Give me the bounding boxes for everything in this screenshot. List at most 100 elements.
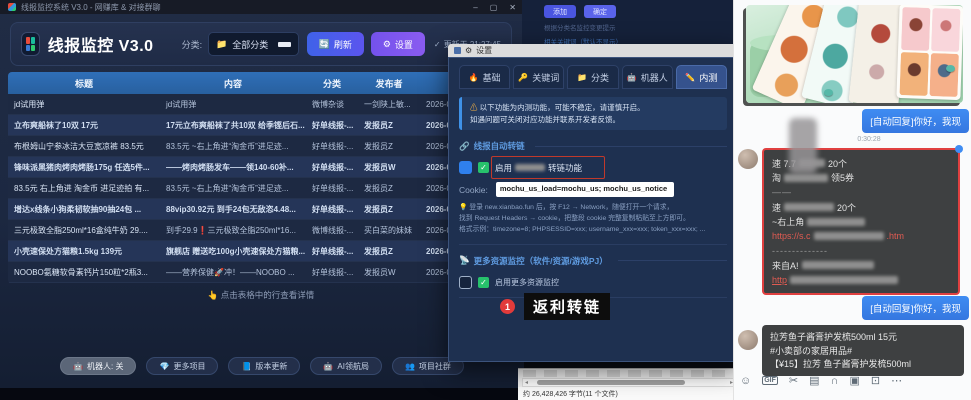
tab-basic[interactable]: 🔥基础 (459, 65, 510, 89)
maximize-button[interactable]: ▢ (490, 3, 498, 12)
table-row[interactable]: 小壳速保处方猫粮1.5kg 139元旗舰店 赠送吃100g小壳速保处方猫粮...… (8, 241, 514, 262)
table-cell: 83.5元 右上角进 淘金币 进足迹拍 有... (8, 178, 160, 198)
red-annotation-box (491, 156, 605, 179)
scrollbar-thumb[interactable] (537, 380, 685, 385)
table-cell: 立布爽船袜了10双 17元 (8, 115, 160, 135)
refresh-icon: 🔄 (319, 39, 330, 50)
minimize-button[interactable]: – (473, 3, 477, 12)
table-row[interactable]: 增达x线条小狗柔韧软抽90抽24包 ...88vip30.92元 到手24包无敌… (8, 199, 514, 220)
robot-toggle-label: 机器人: 关 (87, 361, 123, 372)
avatar[interactable] (738, 330, 758, 350)
deals-table: 标题内容分类发布者时间 jd试用弹jd试用弹微博杂谈一剑陕上敏...2026-0… (8, 72, 514, 284)
table-row[interactable]: 布根姆山宁参冰洁大豆宽凉裤 83.5元83.5元 ~右上角进“淘金币”进足迹..… (8, 136, 514, 157)
deal-line: ~右上角 (772, 214, 950, 229)
table-row[interactable]: 三元极致全脂250ml*16盒纯牛奶 29....到手29.9❗三元极致全脂25… (8, 220, 514, 241)
annotation-label: 1 返利转链 (500, 293, 610, 320)
more-projects-label: 更多项目 (173, 361, 205, 372)
table-row[interactable]: NOOBO氨糖软骨素钙片150粒*2瓶3...——营养保健🚀冲！——NOOBO … (8, 262, 514, 283)
cookie-row: Cookie: mochu_us_load=mochu_us; mochu_us… (459, 182, 727, 197)
main-titlebar: 线报监控系统 V3.0 - 网赚库 & 对接群聊 – ▢ ✕ (0, 0, 524, 14)
ai-bureau-button[interactable]: 🤖AI领航局 (310, 357, 382, 375)
voice-icon[interactable]: ∩ (831, 375, 839, 387)
capture-window-icon[interactable]: ⊡ (871, 374, 880, 387)
link-icon: 🔗 (459, 141, 470, 152)
product-image[interactable] (746, 5, 963, 103)
folder-icon: 📁 (216, 39, 227, 50)
tab-keywords[interactable]: 🔑关键词 (513, 65, 564, 89)
beta-tab-icon: ✏️ (685, 73, 695, 82)
gem-shape (946, 65, 955, 72)
close-button[interactable]: ✕ (509, 3, 516, 12)
beta-warning: ⚠ 以下功能为内测功能，可能不稳定，请谨慎开启。 如遇问题可关闭对应功能并联系开… (459, 97, 727, 130)
category-value: 全部分类 (232, 38, 268, 51)
tab-label: 关键词 (532, 71, 559, 84)
table-body: jd试用弹jd试用弹微博杂谈一剑陕上敏...2026-04-22 21:2立布爽… (8, 94, 514, 283)
enable-link-checkbox[interactable]: ✓ (478, 162, 489, 173)
dialog-tabs: 🔥基础🔑关键词📁分类🤖机器人 ✏️ 内测 (459, 65, 727, 89)
select-indicator-icon (278, 42, 291, 47)
tab-robot[interactable]: 🤖机器人 (622, 65, 673, 89)
settings-button[interactable]: ⚙ 设置 (371, 32, 425, 56)
tab-label: 内测 (699, 71, 717, 84)
confirm-button[interactable]: 确定 (584, 5, 616, 18)
deal-line: —— (772, 185, 950, 200)
tab-category[interactable]: 📁分类 (567, 65, 618, 89)
horizontal-scrollbar[interactable]: ◂ ▸ (522, 378, 736, 387)
more-icon[interactable]: ⋯ (891, 374, 902, 387)
tip-line: 找到 Request Headers → cookie，把整段 cookie 完… (459, 214, 727, 225)
auto-reply-bubble: [自动回复]你好，我现 (862, 109, 969, 133)
scroll-left-icon[interactable]: ◂ (525, 379, 528, 386)
robot-toggle-button[interactable]: 🤖 机器人: 关 (60, 357, 136, 375)
robot-tab-icon: 🤖 (627, 73, 637, 82)
censored-blur (784, 174, 828, 182)
emoji-icon[interactable]: ☺ (740, 375, 751, 387)
background-window-buttons: 添加确定 (544, 5, 734, 18)
cookie-input[interactable]: mochu_us_load=mochu_us; mochu_us_notice (496, 182, 674, 197)
dialog-app-icon (454, 47, 461, 54)
image-icon[interactable]: ▣ (849, 374, 859, 387)
link-section-header: 🔗 线报自动转链 (459, 140, 727, 152)
pin-icon (955, 145, 963, 153)
deal-line: 速20个 (772, 200, 950, 215)
gif-icon[interactable]: GIF (762, 376, 778, 385)
add-button[interactable]: 添加 (544, 5, 576, 18)
footer-toolbar: 🤖机器人: 关💎更多项目📘版本更新🤖AI领航局👥项目社群 (0, 357, 524, 375)
refresh-button[interactable]: 🔄 刷新 (307, 32, 364, 56)
more-projects-button[interactable]: 💎更多项目 (146, 357, 218, 375)
censor-smudge (789, 118, 817, 174)
ai-bureau-icon: 🤖 (323, 362, 333, 371)
table-hint: 👆 点击表格中的行查看详情 (8, 289, 514, 301)
app-icon (8, 3, 16, 11)
tab-beta[interactable]: ✏️ 内测 (676, 65, 727, 89)
resource-check-icon: ✓ (478, 277, 489, 288)
table-row[interactable]: 83.5元 右上角进 淘金币 进足迹拍 有...83.5元 ~右上角进“淘金币”… (8, 178, 514, 199)
chat-window: [自动回复]你好，我现 0:30:28 速 7.720个淘领5券——速20个~右… (733, 0, 971, 400)
version-update-button[interactable]: 📘版本更新 (228, 357, 300, 375)
table-cell: 好单线报-... (306, 136, 358, 156)
tip-line: 格式示例：timezone=8; PHPSESSID=xxx; username… (459, 225, 727, 236)
screen: 线报监控系统 V3.0 - 网赚库 & 对接群聊 – ▢ ✕ 线报监控 V3.0… (0, 0, 971, 400)
main-window: 线报监控系统 V3.0 - 网赚库 & 对接群聊 – ▢ ✕ 线报监控 V3.0… (0, 0, 524, 388)
table-row[interactable]: 锋味派黑猪肉烤肉烤肠175g 任选5件...——烤肉烤肠发车——领140-60补… (8, 157, 514, 178)
table-row[interactable]: 立布爽船袜了10双 17元17元立布爽船袜了共10双 给季铿后石...好单线报-… (8, 115, 514, 136)
table-cell: 83.5元 ~右上角进“淘金币”进足迹... (160, 178, 306, 198)
avatar[interactable] (738, 149, 758, 169)
message-line: 【¥15】拉芳 鱼子酱膏护发梳500ml (770, 357, 956, 371)
dialog-gear-icon: ⚙ (465, 46, 472, 55)
table-row[interactable]: jd试用弹jd试用弹微博杂谈一剑陕上敏...2026-04-22 21:2 (8, 94, 514, 115)
censored-blur (802, 261, 874, 269)
explorer-clipped-row (523, 370, 735, 377)
table-cell: 好单线报-... (306, 199, 358, 219)
category-select[interactable]: 📁 全部分类 (208, 32, 299, 56)
screenshot-icon[interactable]: ✂ (789, 374, 798, 387)
auto-reply-bubble: [自动回复]你好，我现 (862, 296, 969, 320)
deal-line: https://s.c.htm (772, 229, 950, 244)
deal-line: http (772, 273, 950, 288)
file-explorer-fragment: ◂ ▸ 约 26,428,426 字节(11 个文件) (518, 368, 740, 400)
resource-checkbox[interactable] (459, 276, 472, 289)
table-cell: 三元极致全脂250ml*16盒纯牛奶 29.... (8, 220, 160, 240)
cookie-label: Cookie: (459, 185, 488, 195)
blue-toggle[interactable] (459, 161, 472, 174)
robot-toggle-icon: 🤖 (73, 362, 83, 371)
file-icon[interactable]: ▤ (809, 374, 819, 387)
